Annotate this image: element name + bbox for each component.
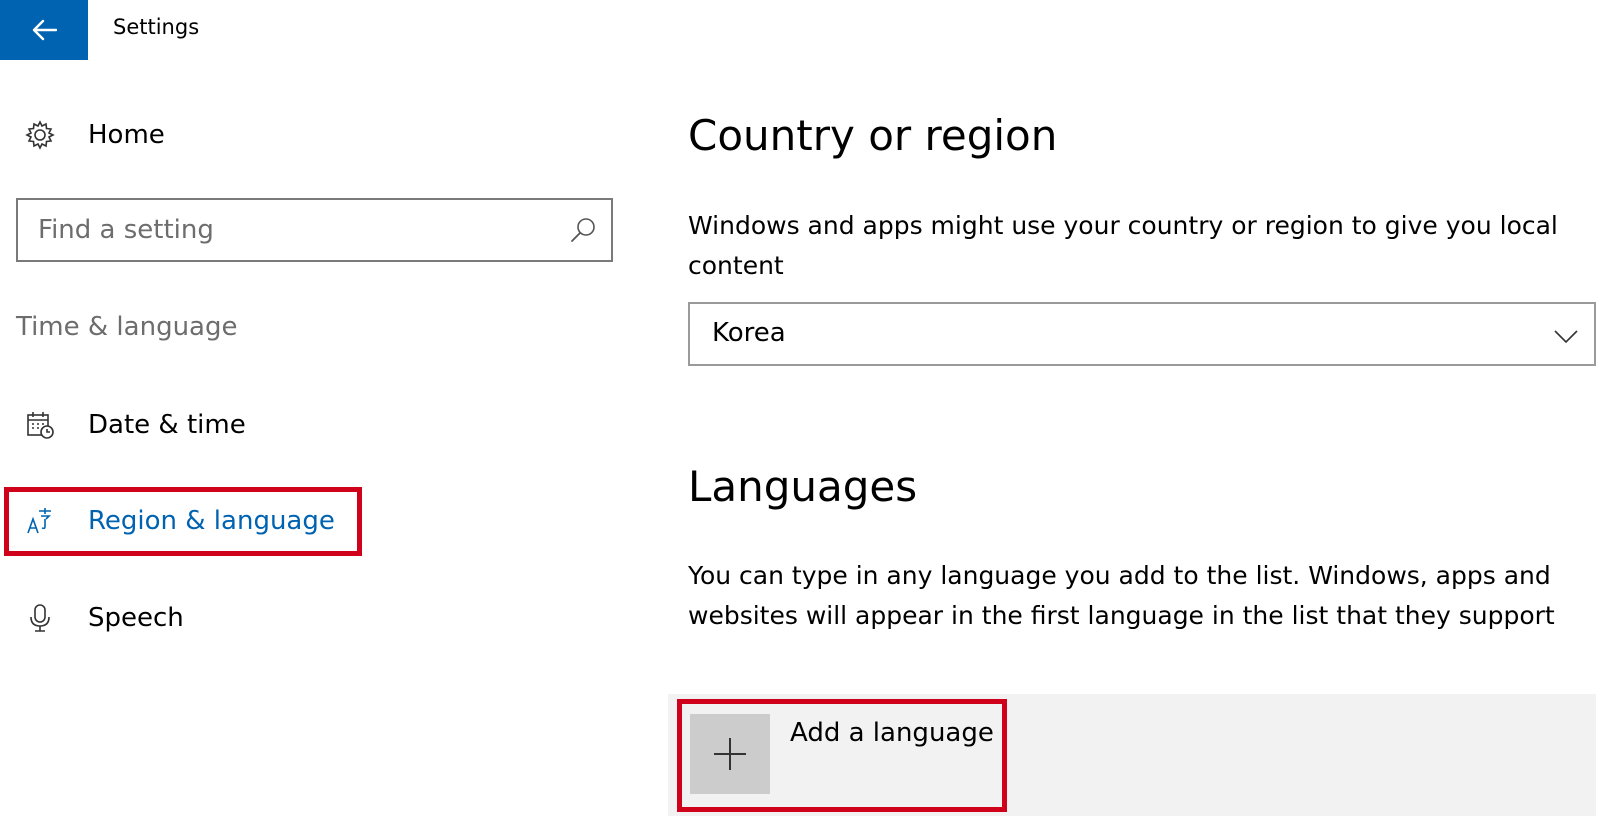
country-region-heading: Country or region [688, 111, 1058, 160]
languages-description: You can type in any language you add to … [688, 561, 1555, 630]
highlight-frame-add-language [677, 699, 1007, 812]
back-button[interactable] [0, 0, 88, 60]
search-input[interactable] [38, 210, 558, 250]
sidebar-item-speech[interactable]: Speech [20, 596, 350, 640]
back-arrow-icon [32, 19, 57, 41]
section-label: Time & language [16, 312, 238, 342]
country-region-description: Windows and apps might use your country … [688, 211, 1558, 280]
search-icon[interactable] [569, 216, 597, 244]
languages-heading: Languages [688, 462, 918, 511]
microphone-icon [20, 598, 60, 638]
sidebar-item-label: Date & time [88, 410, 246, 440]
search-box [16, 198, 613, 262]
sidebar-item-date-time[interactable]: Date & time [20, 403, 350, 447]
chevron-down-icon [1554, 330, 1578, 344]
title-bar: Settings [0, 0, 1618, 60]
home-label: Home [88, 120, 165, 150]
highlight-frame-region-language [4, 487, 362, 556]
calendar-clock-icon [20, 405, 60, 445]
gear-icon [20, 115, 60, 155]
country-region-value: Korea [712, 318, 786, 348]
sidebar-item-label: Speech [88, 603, 184, 633]
app-title: Settings [113, 15, 200, 39]
home-nav-item[interactable]: Home [20, 114, 320, 156]
country-region-dropdown[interactable]: Korea [688, 302, 1596, 366]
